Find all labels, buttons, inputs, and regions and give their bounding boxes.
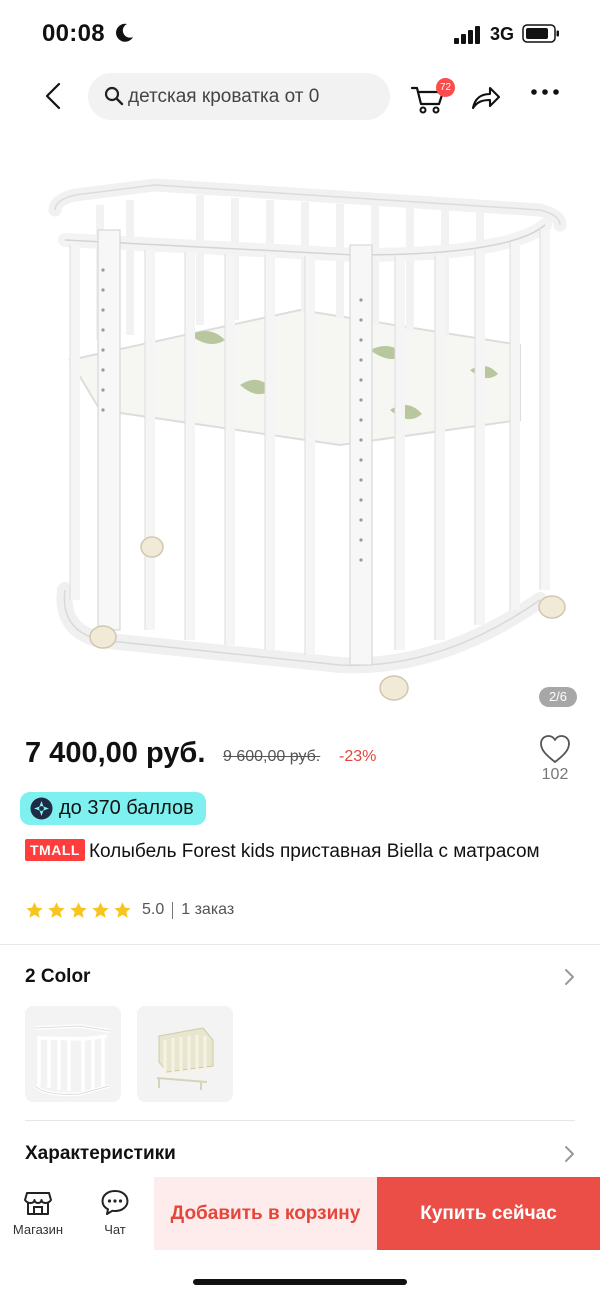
home-indicator (193, 1279, 407, 1285)
star-icon (70, 901, 87, 918)
chat-tab[interactable]: Чат (77, 1177, 153, 1251)
buy-now-button[interactable]: Купить сейчас (377, 1177, 600, 1250)
section-divider (0, 944, 600, 945)
product-title-text: Колыбель Forest kids приставная Biella с… (88, 841, 540, 862)
share-icon[interactable] (470, 82, 502, 112)
product-title: TMALL Колыбель Forest kids приставная Bie… (25, 838, 555, 865)
bottom-action-bar: Магазин Чат Добавить в корзину Купить се… (0, 1177, 600, 1251)
star-icon (114, 901, 131, 918)
rating-value: 5.0 (142, 901, 165, 918)
status-time: 00:08 (42, 20, 105, 47)
current-price: 7 400,00 руб. (25, 737, 206, 769)
star-icon (26, 901, 43, 918)
star-icon (48, 901, 65, 918)
crib-thumbnail-icon (33, 1024, 111, 1097)
battery-icon (522, 24, 559, 43)
search-query-text: детская кроватка от 0 (128, 86, 320, 107)
status-bar: 00:08 3G (0, 0, 600, 66)
rating-separator (172, 901, 174, 919)
network-type: 3G (490, 24, 515, 44)
search-icon (104, 86, 124, 106)
chat-tab-label: Чат (104, 1222, 126, 1237)
old-price: 9 600,00 руб. (223, 748, 321, 765)
star-icon (92, 901, 109, 918)
search-bar[interactable]: детская кроватка от 0 (88, 73, 390, 120)
tmall-badge: TMALL (25, 839, 85, 861)
cart-count-badge: 72 (436, 78, 455, 97)
points-text: до 370 баллов (59, 797, 194, 819)
rating-row[interactable]: 5.0 1 заказ (25, 898, 234, 922)
chat-icon (101, 1190, 129, 1215)
store-tab-label: Магазин (12, 1222, 64, 1237)
discount-badge: -23% (339, 748, 377, 765)
store-tab[interactable]: Магазин (0, 1177, 76, 1251)
moon-icon (116, 23, 133, 42)
crib-thumbnail-natural-icon (156, 1027, 214, 1090)
coin-icon (30, 797, 53, 820)
specs-section-title[interactable]: Характеристики (25, 1143, 176, 1165)
top-nav-bar: детская кроватка от 0 72 (0, 70, 600, 124)
color-swatch-white[interactable] (25, 1006, 121, 1102)
orders-count: 1 заказ (181, 901, 235, 918)
more-options-icon[interactable] (530, 88, 560, 96)
product-image[interactable] (40, 170, 580, 710)
gallery-page-indicator: 2/6 (539, 687, 577, 707)
chevron-right-icon[interactable] (562, 967, 576, 987)
favorites-count: 102 (541, 766, 569, 783)
points-badge[interactable]: до 370 баллов (20, 792, 206, 825)
heart-icon[interactable] (538, 733, 572, 765)
color-section-title[interactable]: 2 Color (25, 966, 90, 988)
cellular-signal-icon (454, 26, 484, 44)
rating-stars (25, 901, 135, 920)
section-divider (25, 1120, 575, 1121)
store-icon (24, 1192, 52, 1215)
add-to-cart-button[interactable]: Добавить в корзину (154, 1177, 377, 1250)
back-arrow-icon[interactable] (38, 78, 70, 114)
color-swatch-natural[interactable] (137, 1006, 233, 1102)
chevron-right-icon[interactable] (562, 1144, 576, 1164)
